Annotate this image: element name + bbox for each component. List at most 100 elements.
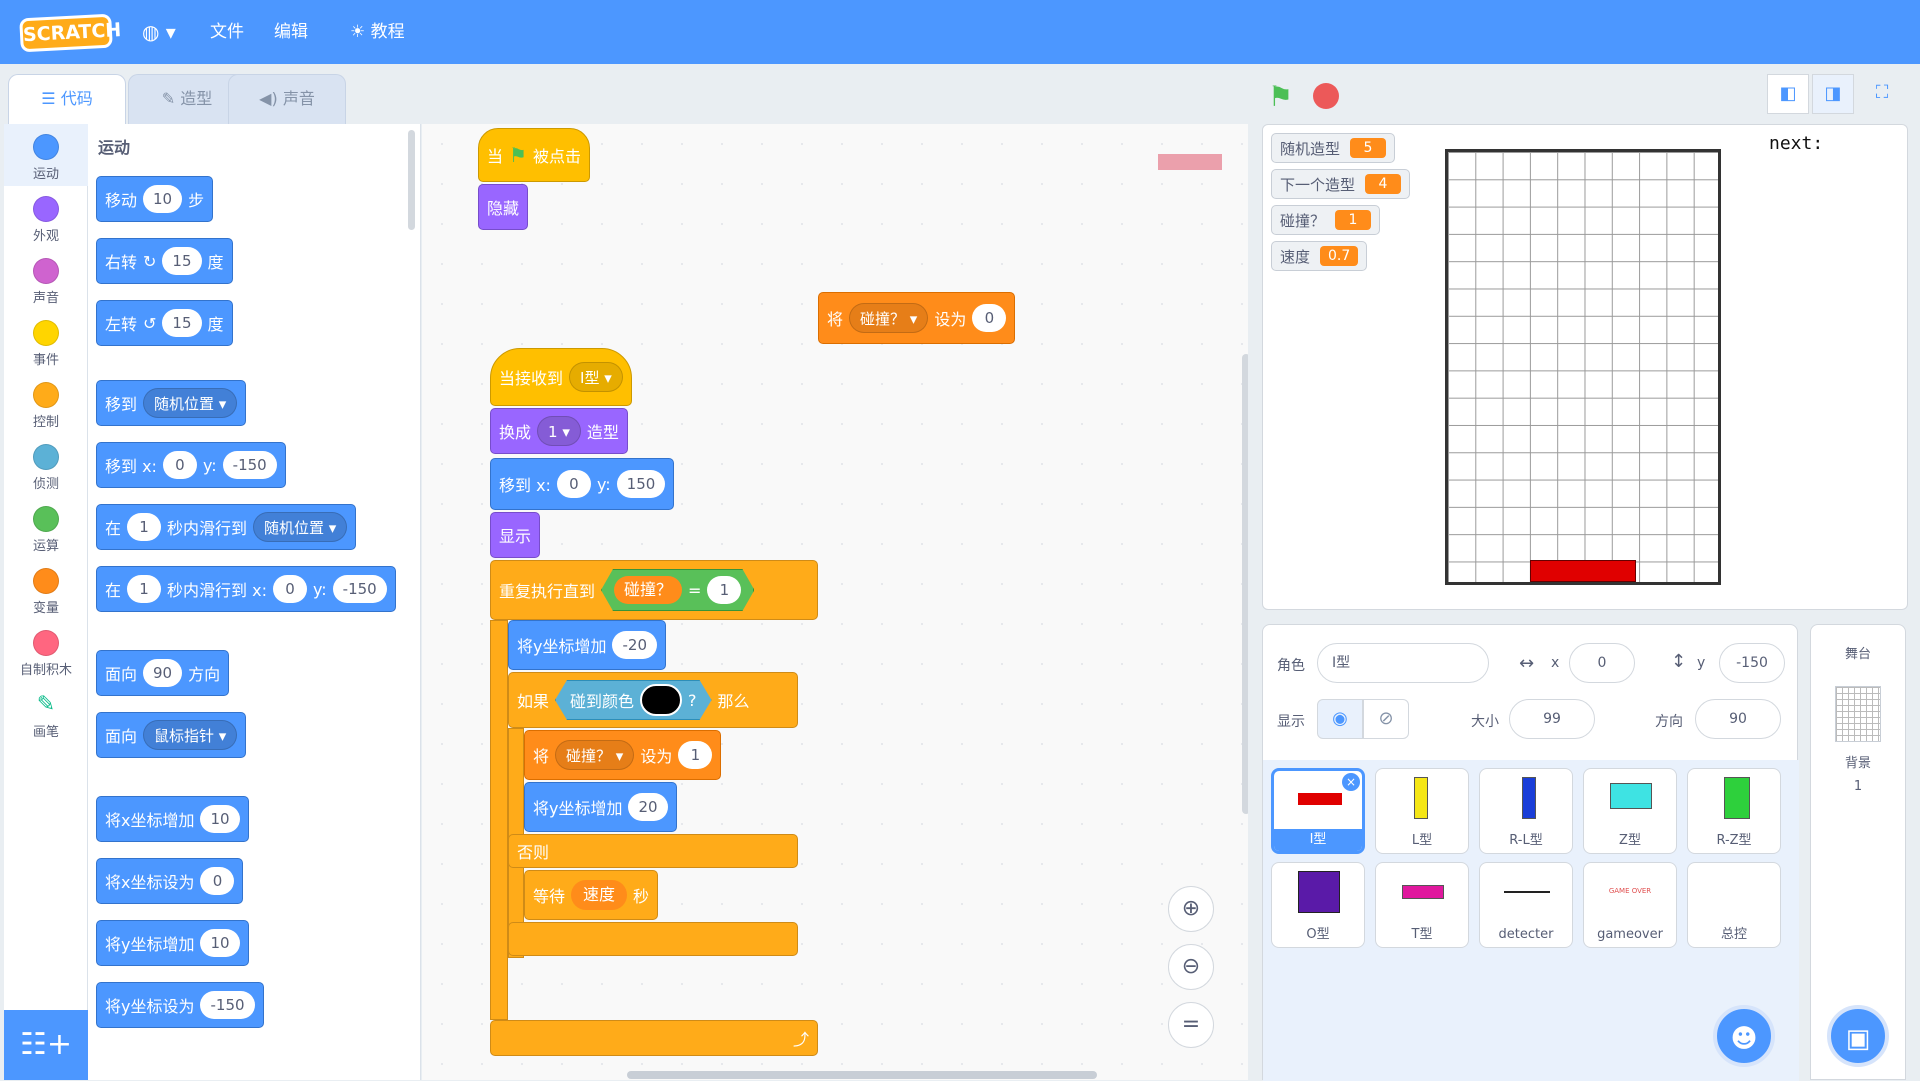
category-looks[interactable]: 外观 bbox=[4, 186, 88, 248]
sprite-tile[interactable]: T型 bbox=[1375, 862, 1469, 948]
tab-sounds[interactable]: ◀) 声音 bbox=[228, 74, 346, 124]
stage-panel[interactable]: 舞台 背景 1 ▣ bbox=[1810, 624, 1906, 1080]
block-move[interactable]: 移动 10 步 bbox=[96, 176, 214, 222]
block-point-direction[interactable]: 面向 90 方向 bbox=[96, 650, 230, 696]
extension-icon: ☷+ bbox=[19, 1027, 73, 1062]
block-repeat-until[interactable]: 重复执行直到 碰撞？ = 1 bbox=[490, 560, 818, 620]
small-stage-icon: ◧ bbox=[1779, 83, 1797, 104]
block-glide[interactable]: 在 1 秒内滑行到 随机位置 ▾ bbox=[96, 504, 357, 550]
hat-when-flag-clicked[interactable]: 当 ⚑ 被点击 bbox=[478, 128, 590, 182]
sprite-tile[interactable]: 总控 bbox=[1687, 862, 1781, 948]
brush-icon: ✎ bbox=[161, 89, 181, 108]
green-flag-button[interactable]: ⚑ bbox=[1268, 80, 1293, 113]
block-glide-xy[interactable]: 在 1 秒内滑行到 x: 0 y: -150 bbox=[96, 566, 396, 612]
sprite-tile[interactable]: L型 bbox=[1375, 768, 1469, 854]
block-if-else[interactable]: 如果 碰到颜色 ? 那么 bbox=[508, 672, 798, 728]
category-sound[interactable]: 声音 bbox=[4, 248, 88, 310]
category-events[interactable]: 事件 bbox=[4, 310, 88, 372]
block-change-y[interactable]: 将y坐标增加 20 bbox=[524, 782, 677, 832]
block-change-x[interactable]: 将x坐标增加 10 bbox=[96, 796, 249, 842]
scratch-logo[interactable]: SCRATCH bbox=[19, 13, 122, 53]
stage-panel-title: 舞台 bbox=[1844, 647, 1871, 662]
rotate-left-icon: ↺ bbox=[143, 313, 157, 333]
touching-color-sensor[interactable]: 碰到颜色 ? bbox=[555, 680, 712, 720]
show-hidden-button[interactable]: ⊘ bbox=[1363, 699, 1409, 739]
lightbulb-icon: ☀ bbox=[350, 22, 371, 42]
block-show[interactable]: 显示 bbox=[490, 512, 541, 558]
add-backdrop-button[interactable]: ▣ bbox=[1827, 1005, 1889, 1067]
file-menu[interactable]: 文件 bbox=[210, 0, 244, 64]
zoom-reset-button[interactable]: = bbox=[1168, 1002, 1214, 1048]
block-wait[interactable]: 等待 速度秒 bbox=[524, 870, 659, 920]
category-dot bbox=[33, 196, 59, 222]
zoom-out-button[interactable]: ⊖ bbox=[1168, 944, 1214, 990]
large-stage-button[interactable]: ◨ bbox=[1812, 74, 1854, 114]
block-turn-right[interactable]: 右转 ↻ 15 度 bbox=[96, 238, 233, 284]
block-set-y[interactable]: 将y坐标设为 -150 bbox=[96, 982, 264, 1028]
color-swatch[interactable] bbox=[640, 684, 682, 716]
backdrop-thumbnail bbox=[1835, 686, 1881, 742]
x-label: x bbox=[1551, 655, 1560, 671]
category-motion[interactable]: 运动 bbox=[4, 124, 88, 186]
equals-operator[interactable]: 碰撞？ = 1 bbox=[601, 569, 754, 611]
palette-scrollbar[interactable] bbox=[408, 130, 415, 230]
workspace-horizontal-scrollbar[interactable] bbox=[627, 1071, 1097, 1079]
script-area[interactable]: 当 ⚑ 被点击 隐藏 将碰撞？ ▾ 设为 0 当接收到 I型 ▾ 换成 1 ▾ 造型 移到 x… bbox=[422, 124, 1248, 1080]
code-icon: ☰ bbox=[41, 89, 61, 108]
block-set-x[interactable]: 将x坐标设为 0 bbox=[96, 858, 244, 904]
sprite-tile[interactable]: R-L型 bbox=[1479, 768, 1573, 854]
sprite-tile[interactable]: detecter bbox=[1479, 862, 1573, 948]
delete-sprite-icon[interactable]: × bbox=[1342, 773, 1360, 791]
edit-menu[interactable]: 编辑 bbox=[274, 0, 308, 64]
variable-monitor: 下一个造型 4 bbox=[1271, 169, 1411, 199]
image-plus-icon: ▣ bbox=[1845, 1024, 1871, 1054]
sprite-tile[interactable]: GAME OVER gameover bbox=[1583, 862, 1677, 948]
block-change-y[interactable]: 将y坐标增加 10 bbox=[96, 920, 249, 966]
block-turn-left[interactable]: 左转 ↺ 15 度 bbox=[96, 300, 233, 346]
block-point-towards[interactable]: 面向 鼠标指针 ▾ bbox=[96, 712, 247, 758]
fullscreen-button[interactable]: ⛶ bbox=[1861, 74, 1903, 114]
sprite-tile[interactable]: × I型 bbox=[1271, 768, 1365, 854]
stop-button[interactable] bbox=[1313, 83, 1339, 109]
category-operators[interactable]: 运算 bbox=[4, 496, 88, 558]
category-dot bbox=[33, 258, 59, 284]
add-extension-button[interactable]: ☷+ bbox=[4, 1010, 88, 1080]
sprite-name-field[interactable]: I型 bbox=[1317, 643, 1489, 683]
block-switch-costume[interactable]: 换成 1 ▾ 造型 bbox=[490, 408, 628, 454]
category-pen[interactable]: ✎ 画笔 bbox=[4, 682, 88, 744]
language-menu[interactable]: ◍ ▾ bbox=[142, 0, 176, 64]
workspace-vertical-scrollbar[interactable] bbox=[1242, 354, 1248, 814]
block-hide[interactable]: 隐藏 bbox=[478, 184, 529, 230]
stage[interactable]: 随机造型 5 下一个造型 4 碰撞？ 1 速度 0.7 next: bbox=[1262, 124, 1908, 610]
add-sprite-button[interactable]: ☻ bbox=[1713, 1005, 1775, 1067]
y-field[interactable]: -150 bbox=[1719, 643, 1785, 683]
sprite-thumbnail bbox=[1402, 885, 1444, 899]
show-visible-button[interactable]: ◉ bbox=[1317, 699, 1363, 739]
block-set-variable[interactable]: 将碰撞？ ▾ 设为 1 bbox=[524, 730, 722, 780]
x-field[interactable]: 0 bbox=[1569, 643, 1635, 683]
sprite-thumbnail: GAME OVER bbox=[1608, 887, 1652, 895]
block-goto[interactable]: 移到 随机位置 ▾ bbox=[96, 380, 247, 426]
category-my-blocks[interactable]: 自制积木 bbox=[4, 620, 88, 682]
category-control[interactable]: 控制 bbox=[4, 372, 88, 434]
sprite-tile[interactable]: Z型 bbox=[1583, 768, 1677, 854]
category-dot bbox=[33, 568, 59, 594]
hat-when-receive[interactable]: 当接收到 I型 ▾ bbox=[490, 348, 632, 406]
block-goto-xy[interactable]: 移到 x: 0 y: -150 bbox=[96, 442, 286, 488]
small-stage-button[interactable]: ◧ bbox=[1767, 74, 1809, 114]
category-dot bbox=[33, 382, 59, 408]
tutorials-menu[interactable]: ☀ 教程 bbox=[350, 0, 405, 64]
tab-code[interactable]: ☰ 代码 bbox=[8, 74, 126, 124]
zoom-in-button[interactable]: ⊕ bbox=[1168, 886, 1214, 932]
category-sensing[interactable]: 侦测 bbox=[4, 434, 88, 496]
sprite-tile[interactable]: R-Z型 bbox=[1687, 768, 1781, 854]
size-field[interactable]: 99 bbox=[1509, 699, 1595, 739]
y-arrow-icon: ↕ bbox=[1671, 651, 1687, 672]
category-variables[interactable]: 变量 bbox=[4, 558, 88, 620]
direction-field[interactable]: 90 bbox=[1695, 699, 1781, 739]
block-set-variable[interactable]: 将碰撞？ ▾ 设为 0 bbox=[818, 292, 1016, 344]
sprite-tile[interactable]: O型 bbox=[1271, 862, 1365, 948]
green-flag-icon: ⚑ bbox=[1268, 80, 1294, 113]
block-change-y[interactable]: 将y坐标增加 -20 bbox=[508, 620, 666, 670]
block-goto-xy[interactable]: 移到 x: 0 y: 150 bbox=[490, 458, 675, 510]
